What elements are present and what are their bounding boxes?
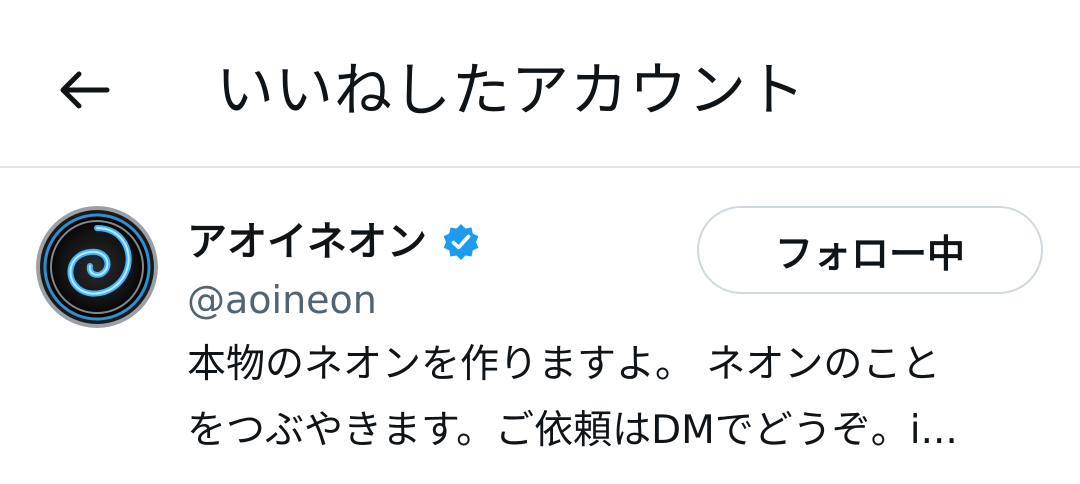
page-title: いいねしたアカウント [216, 56, 807, 124]
display-name[interactable]: アオイネオン [187, 212, 427, 272]
back-button[interactable] [50, 55, 120, 125]
bio-line: をつぶやきます。ご依頼はDMでどうぞ。i... [187, 408, 958, 453]
top-app-bar: いいねしたアカウント [0, 0, 1080, 168]
user-bio: 本物のネオンを作りますよ。 ネオンのこと をつぶやきます。ご依頼はDMでどうぞ。… [187, 332, 1037, 464]
user-list-item[interactable]: アオイネオン @aoineon フォロー中 本物のネオンを作りますよ。 ネオンの… [0, 168, 1080, 484]
verified-badge-icon [443, 224, 479, 260]
following-button[interactable]: フォロー中 [697, 206, 1043, 294]
arrow-left-icon [60, 71, 110, 109]
avatar[interactable] [36, 206, 158, 328]
display-name-row: アオイネオン [187, 212, 481, 272]
bio-line: 本物のネオンを作りますよ。 ネオンのこと [187, 342, 941, 387]
neon-logo-image [36, 206, 158, 328]
user-handle: @aoineon [187, 278, 377, 322]
